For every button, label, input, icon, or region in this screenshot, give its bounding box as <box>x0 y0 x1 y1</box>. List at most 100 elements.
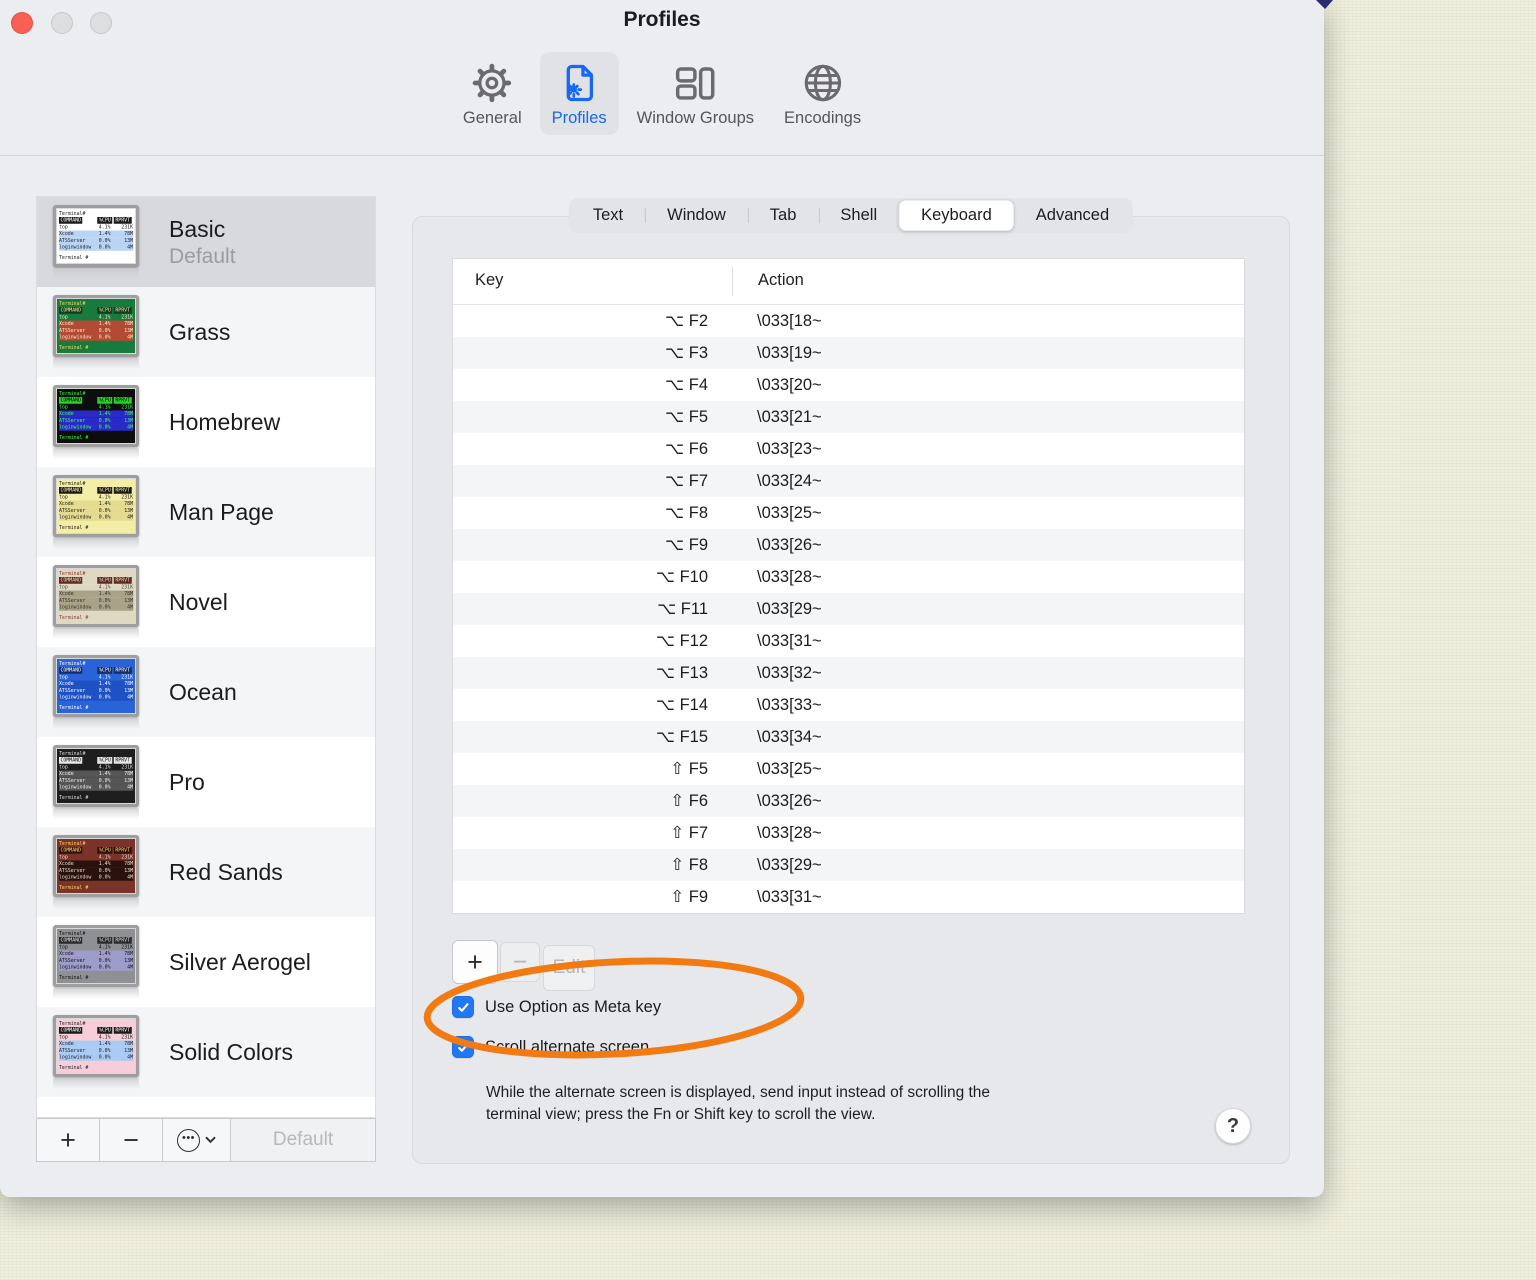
profile-row-grass[interactable]: Terminal# COMMAND %CPU RPRVT top 4.1% 231K Xcod… <box>37 287 375 377</box>
table-body: ⌥ F2 \033[18~ ⌥ F3 \033[19~ ⌥ F4 \033[20~ ⌥ F5… <box>453 305 1244 913</box>
profile-thumbnail: Terminal# COMMAND %CPU RPRVT top 4.1% 231K Xcod… <box>53 655 141 729</box>
tab-advanced[interactable]: Advanced <box>1014 200 1131 231</box>
profile-row-basic[interactable]: Terminal# COMMAND %CPU RPRVT top 4.1% 231K Xcod… <box>37 197 375 287</box>
key-binding-row[interactable]: ⌥ F10 \033[28~ <box>453 561 1244 593</box>
key-cell: ⌥ F11 <box>657 600 708 618</box>
thumbnail-reflection <box>53 628 139 639</box>
column-divider[interactable] <box>732 267 733 296</box>
action-cell: \033[23~ <box>757 439 822 458</box>
scroll-alternate-screen-description: While the alternate screen is displayed,… <box>486 1082 1186 1125</box>
use-option-as-meta-key-label: Use Option as Meta key <box>485 997 662 1016</box>
key-cell: ⌥ F7 <box>665 472 708 490</box>
tab-tab[interactable]: Tab <box>747 200 819 231</box>
profile-thumbnail: Terminal# COMMAND %CPU RPRVT top 4.1% 231K Xcod… <box>53 475 141 549</box>
key-binding-row[interactable]: ⌥ F13 \033[32~ <box>453 657 1244 689</box>
key-bindings-table: Key Action ⌥ F2 \033[18~ ⌥ F3 \033[19~ ⌥ F4 \… <box>452 258 1245 914</box>
action-cell: \033[24~ <box>757 471 822 490</box>
tab-keyboard[interactable]: Keyboard <box>899 200 1014 231</box>
globe-icon <box>800 60 846 106</box>
toolbar-item-encodings[interactable]: Encodings <box>772 52 873 135</box>
add-key-binding-button[interactable]: + <box>452 940 498 984</box>
profile-row-man-page[interactable]: Terminal# COMMAND %CPU RPRVT top 4.1% 231K Xcod… <box>37 467 375 557</box>
profile-row-solid-colors[interactable]: Terminal# COMMAND %CPU RPRVT top 4.1% 231K Xcod… <box>37 1007 375 1097</box>
profile-row-pro[interactable]: Terminal# COMMAND %CPU RPRVT top 4.1% 231K Xcod… <box>37 737 375 827</box>
key-binding-row[interactable]: ⇧ F5 \033[25~ <box>453 753 1244 785</box>
remove-profile-button[interactable]: − <box>100 1119 163 1161</box>
key-cell: ⌥ F13 <box>655 664 708 682</box>
key-binding-row[interactable]: ⇧ F8 \033[29~ <box>453 849 1244 881</box>
edit-key-binding-button: Edit <box>543 945 595 991</box>
thumbnail-reflection <box>53 448 139 459</box>
key-binding-row[interactable]: ⇧ F6 \033[26~ <box>453 785 1244 817</box>
key-cell: ⌥ F2 <box>665 312 708 330</box>
key-binding-row[interactable]: ⇧ F9 \033[31~ <box>453 881 1244 913</box>
use-option-as-meta-key-checkbox[interactable] <box>452 996 474 1018</box>
profiles-doc-icon <box>557 60 601 106</box>
checkmark-icon <box>457 1002 469 1012</box>
help-button[interactable]: ? <box>1215 1108 1251 1144</box>
column-header-action: Action <box>758 271 804 289</box>
key-binding-row[interactable]: ⌥ F3 \033[19~ <box>453 337 1244 369</box>
key-binding-row[interactable]: ⌥ F8 \033[25~ <box>453 497 1244 529</box>
scroll-alternate-screen-checkbox[interactable] <box>452 1036 474 1058</box>
profile-row-novel[interactable]: Terminal# COMMAND %CPU RPRVT top 4.1% 231K Xcod… <box>37 557 375 647</box>
window-title: Profiles <box>623 8 701 31</box>
action-cell: \033[33~ <box>757 695 822 714</box>
profile-row-ocean[interactable]: Terminal# COMMAND %CPU RPRVT top 4.1% 231K Xcod… <box>37 647 375 737</box>
toolbar-item-general[interactable]: General <box>451 52 534 135</box>
preferences-toolbar: General Profiles Window Groups Encodings <box>451 52 873 135</box>
key-binding-row[interactable]: ⇧ F7 \033[28~ <box>453 817 1244 849</box>
key-binding-row[interactable]: ⌥ F9 \033[26~ <box>453 529 1244 561</box>
action-cell: \033[28~ <box>757 567 822 586</box>
key-cell: ⌥ F8 <box>665 504 708 522</box>
key-binding-row[interactable]: ⌥ F2 \033[18~ <box>453 305 1244 337</box>
toolbar-item-profiles[interactable]: Profiles <box>539 52 619 135</box>
profile-name: Man Page <box>169 498 274 525</box>
key-binding-row[interactable]: ⌥ F12 \033[31~ <box>453 625 1244 657</box>
tab-window[interactable]: Window <box>645 200 748 231</box>
profile-thumbnail: Terminal# COMMAND %CPU RPRVT top 4.1% 231K Xcod… <box>53 385 141 459</box>
key-cell: ⌥ F10 <box>655 568 708 586</box>
remove-key-binding-button: − <box>500 942 540 982</box>
profile-name: Basic <box>169 215 226 242</box>
key-binding-row[interactable]: ⌥ F4 \033[20~ <box>453 369 1244 401</box>
set-default-profile-button: Default <box>231 1119 375 1161</box>
action-cell: \033[20~ <box>757 375 822 394</box>
table-header: Key Action <box>453 259 1244 305</box>
action-cell: \033[29~ <box>757 855 822 874</box>
profile-row-silver-aerogel[interactable]: Terminal# COMMAND %CPU RPRVT top 4.1% 231K Xcod… <box>37 917 375 1007</box>
add-profile-button[interactable]: + <box>37 1119 100 1161</box>
tab-shell[interactable]: Shell <box>818 200 899 231</box>
key-binding-row[interactable]: ⌥ F11 \033[29~ <box>453 593 1244 625</box>
profile-name: Novel <box>169 588 228 615</box>
titlebar: Profiles General Profiles Window Groups Enc… <box>0 0 1324 156</box>
profile-thumbnail: Terminal# COMMAND %CPU RPRVT top 4.1% 231K Xcod… <box>53 835 141 909</box>
toolbar-item-window-groups[interactable]: Window Groups <box>625 52 766 135</box>
chevron-down-icon <box>205 1136 216 1144</box>
use-option-as-meta-key-row: Use Option as Meta key <box>452 996 661 1018</box>
profile-name: Ocean <box>169 678 237 705</box>
key-binding-row[interactable]: ⌥ F15 \033[34~ <box>453 721 1244 753</box>
profile-row-red-sands[interactable]: Terminal# COMMAND %CPU RPRVT top 4.1% 231K Xcod… <box>37 827 375 917</box>
key-cell: ⌥ F4 <box>665 376 708 394</box>
key-cell: ⌥ F6 <box>665 440 708 458</box>
desktop-background: Profiles General Profiles Window Groups Enc… <box>0 0 1536 1280</box>
profile-row-homebrew[interactable]: Terminal# COMMAND %CPU RPRVT top 4.1% 231K Xcod… <box>37 377 375 467</box>
profile-more-options-button[interactable]: ••• <box>163 1119 231 1161</box>
action-cell: \033[26~ <box>757 535 822 554</box>
key-cell: ⇧ F6 <box>670 792 708 810</box>
thumbnail-reflection <box>53 1078 139 1089</box>
profile-tabbar: Text Window Tab Shell Keyboard Advanced <box>568 198 1134 233</box>
action-cell: \033[31~ <box>757 887 822 906</box>
key-cell: ⇧ F9 <box>670 888 708 906</box>
key-binding-row[interactable]: ⌥ F6 \033[23~ <box>453 433 1244 465</box>
key-binding-row[interactable]: ⌥ F14 \033[33~ <box>453 689 1244 721</box>
description-line-1: While the alternate screen is displayed,… <box>486 1084 991 1101</box>
key-binding-row[interactable]: ⌥ F5 \033[21~ <box>453 401 1244 433</box>
action-cell: \033[31~ <box>757 631 822 650</box>
key-binding-row[interactable]: ⌥ F7 \033[24~ <box>453 465 1244 497</box>
key-cell: ⇧ F7 <box>670 824 708 842</box>
tab-text[interactable]: Text <box>571 200 645 231</box>
checkmark-icon <box>457 1042 469 1052</box>
terminal-preferences-window: Profiles General Profiles Window Groups Enc… <box>0 0 1324 1197</box>
